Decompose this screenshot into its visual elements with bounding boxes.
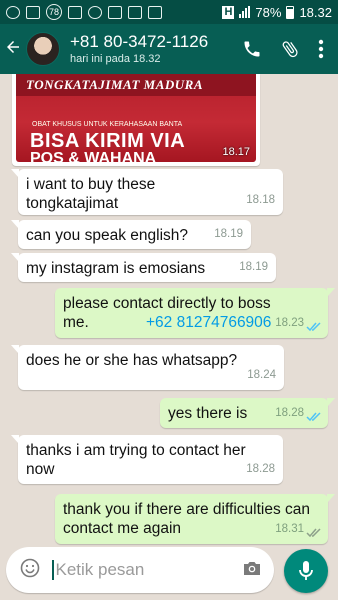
call-button[interactable] (242, 39, 262, 59)
message-text: can you speak english? (26, 227, 189, 244)
contact-info[interactable]: +81 80-3472-1126 hari ini pada 18.32 (70, 32, 208, 66)
message-bubble[interactable]: my instagram is emosians 18.19 (11, 253, 276, 282)
status-notifications: 78 (6, 4, 162, 20)
message-notification-icon (68, 5, 82, 19)
read-ticks-icon (306, 412, 321, 422)
phone-icon (244, 41, 260, 57)
avatar[interactable] (26, 32, 60, 66)
message-time: 18.28 (246, 463, 275, 475)
delivered-ticks-icon (306, 528, 321, 538)
status-system: H 78% 18.32 (222, 5, 332, 20)
notification-count-badge: 78 (46, 4, 62, 20)
read-ticks-icon (306, 322, 321, 332)
more-vert-icon (318, 39, 324, 59)
message-text: thanks i am trying to contact her now (26, 442, 246, 478)
message-time: 18.19 (214, 228, 243, 240)
message-time: 18.17 (222, 146, 250, 158)
bbm-icon (108, 5, 122, 19)
message-time: 18.18 (246, 194, 275, 206)
arrow-left-icon (7, 41, 19, 53)
message-text: i want to buy these tongkatajimat (26, 176, 156, 212)
paperclip-icon (282, 41, 298, 58)
message-time: 18.23 (275, 317, 304, 329)
camera-icon (244, 561, 260, 575)
message-bubble[interactable]: yes there is 18.28 (160, 398, 335, 428)
message-input[interactable] (55, 560, 242, 580)
message-bubble[interactable]: thank you if there are difficulties can … (55, 494, 335, 544)
message-bubble[interactable]: can you speak english? 18.19 (11, 220, 251, 249)
message-bubble[interactable]: does he or she has whatsapp? 18.24 (11, 345, 284, 390)
menu-button[interactable] (318, 39, 324, 59)
image-notification-icon (26, 5, 40, 19)
message-time: 18.31 (275, 523, 304, 535)
text-cursor (52, 560, 54, 580)
messenger-icon (88, 5, 102, 19)
status-bar: 78 H 78% 18.32 (0, 0, 338, 24)
photo-headline-2: POS & WAHANA (30, 150, 157, 162)
phone-link[interactable]: +62 81274766906 (146, 313, 271, 332)
battery-percent: 78% (255, 4, 282, 20)
header-actions (242, 38, 338, 60)
mic-icon (299, 561, 313, 580)
message-text: yes there is (168, 405, 248, 422)
message-bubble[interactable]: thanks i am trying to contact her now 18… (11, 435, 283, 484)
message-text: my instagram is emosians (26, 260, 206, 277)
emoji-button[interactable] (20, 558, 40, 583)
message-bubble[interactable]: please contact directly to boss me. +62 … (55, 288, 335, 338)
status-time: 18.32 (299, 4, 332, 20)
smiley-icon (20, 558, 40, 577)
mail-icon (128, 5, 142, 19)
message-text: does he or she has whatsapp? (26, 352, 238, 369)
message-time: 18.19 (239, 261, 268, 273)
battery-icon (286, 5, 295, 19)
camera-button[interactable] (242, 559, 262, 582)
back-button[interactable] (2, 36, 24, 62)
message-time: 18.24 (247, 369, 276, 381)
network-type-label: H (222, 5, 235, 19)
attach-button[interactable] (280, 38, 300, 60)
signal-icon (239, 6, 251, 18)
photo-small-text: OBAT KHUSUS UNTUK KERAHASAAN BANTA (32, 121, 183, 128)
notification-icon (6, 5, 20, 19)
contact-name: +81 80-3472-1126 (70, 32, 209, 51)
product-photo[interactable]: TONGKATAJIMAT MADURA OBAT KHUSUS UNTUK K… (16, 74, 256, 162)
message-time: 18.28 (275, 407, 304, 419)
message-composer (6, 547, 274, 593)
last-seen: hari ini pada 18.32 (70, 53, 161, 65)
voice-record-button[interactable] (284, 549, 328, 593)
photo-brand-text: TONGKATAJIMAT MADURA (26, 77, 204, 92)
chat-header: +81 80-3472-1126 hari ini pada 18.32 (0, 24, 338, 74)
image-message[interactable]: TONGKATAJIMAT MADURA OBAT KHUSUS UNTUK K… (12, 74, 260, 166)
message-bubble[interactable]: i want to buy these tongkatajimat 18.18 (11, 169, 283, 215)
gallery-icon (148, 5, 162, 19)
